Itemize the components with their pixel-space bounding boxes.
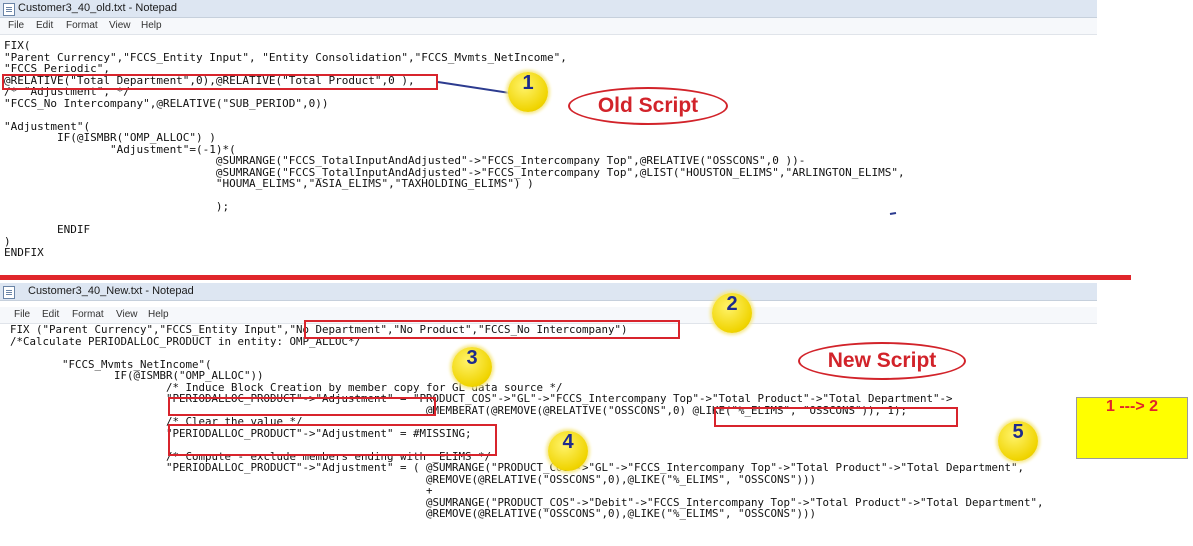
notepad-icon (3, 286, 15, 299)
marker-3: 3 (452, 347, 492, 387)
marker-4: 4 (548, 431, 588, 471)
highlight-box-5 (714, 407, 958, 427)
menu-view[interactable]: View (116, 309, 138, 320)
menu-help[interactable]: Help (148, 309, 169, 320)
marker-2: 2 (712, 293, 752, 333)
new-script-label: New Script (798, 342, 966, 380)
menu-file[interactable]: File (14, 309, 30, 320)
marker-5: 5 (998, 421, 1038, 461)
new-window-title: Customer3_40_New.txt - Notepad (28, 285, 194, 297)
menu-format[interactable]: Format (72, 309, 104, 320)
highlight-box-3 (168, 397, 436, 416)
new-title-bar[interactable]: Customer3_40_New.txt - Notepad (0, 283, 1097, 301)
marker-1: 1 (508, 72, 548, 112)
old-script-label: Old Script (568, 87, 728, 125)
highlight-box-4 (168, 424, 497, 456)
divider-line (0, 275, 1131, 280)
callout-box: 1 ---> 2 (1076, 397, 1188, 459)
menu-edit[interactable]: Edit (42, 309, 59, 320)
highlight-box-2 (304, 320, 680, 339)
